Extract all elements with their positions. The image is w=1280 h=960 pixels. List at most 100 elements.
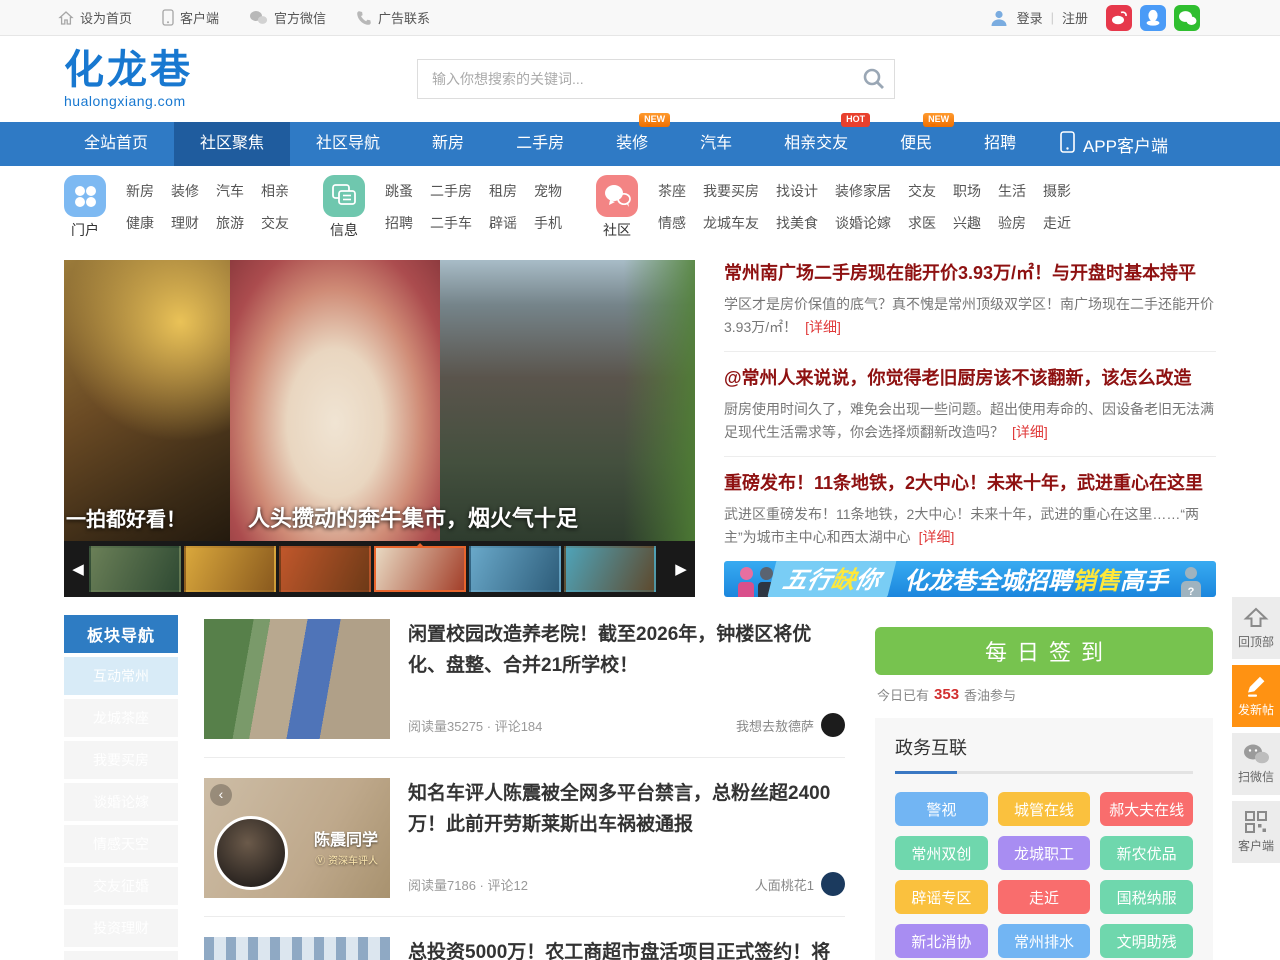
quicknav-link-招聘[interactable]: 招聘 (385, 213, 413, 233)
gov-button-龙城职工[interactable]: 龙城职工 (998, 836, 1091, 870)
feed-title[interactable]: 闲置校园改造养老院！截至2026年，钟楼区将优化、盘整、合并21所学校！ (408, 619, 845, 682)
floatbar-扫微信[interactable]: 扫微信 (1232, 733, 1280, 795)
quicknav-link-验房[interactable]: 验房 (998, 213, 1026, 233)
search-icon[interactable] (862, 67, 886, 91)
quicknav-link-跳蚤[interactable]: 跳蚤 (385, 181, 413, 201)
quicknav-entry-门户[interactable]: 门户 (64, 175, 106, 240)
quicknav-link-交友[interactable]: 交友 (908, 181, 936, 201)
gov-button-走近[interactable]: 走近 (998, 880, 1091, 914)
feed-thumbnail-school-aerial[interactable] (204, 619, 390, 739)
search-input[interactable] (432, 71, 862, 87)
topbar-link-3[interactable]: 广告联系 (356, 8, 430, 27)
nav-item-装修[interactable]: 装修NEW (590, 122, 674, 166)
quicknav-link-装修[interactable]: 装修 (171, 181, 199, 201)
carousel-thumb-mountain-bridge[interactable] (469, 546, 561, 592)
quicknav-entry-信息[interactable]: 信息 (323, 175, 365, 240)
board-nav-item-互动常州[interactable]: 互动常州 (64, 657, 178, 695)
news-detail-link[interactable]: [详细] (805, 319, 841, 335)
quicknav-link-找设计[interactable]: 找设计 (776, 181, 818, 201)
quicknav-link-谈婚论嫁[interactable]: 谈婚论嫁 (835, 213, 891, 233)
feed-author[interactable]: 我想去敖德萨 (736, 713, 845, 737)
carousel-caption-prev[interactable]: 一拍都好看！ (66, 503, 186, 532)
weibo-icon[interactable] (1106, 5, 1132, 31)
carousel-thumb-autumn-waterfall[interactable] (89, 546, 181, 592)
quicknav-link-职场[interactable]: 职场 (953, 181, 981, 201)
quicknav-link-二手房[interactable]: 二手房 (430, 181, 472, 201)
gov-button-国税纳服[interactable]: 国税纳服 (1100, 880, 1193, 914)
quicknav-link-辟谣[interactable]: 辟谣 (489, 213, 517, 233)
quicknav-link-宠物[interactable]: 宠物 (534, 181, 562, 201)
quicknav-link-情感[interactable]: 情感 (658, 213, 686, 233)
news-detail-link[interactable]: [详细] (919, 529, 955, 545)
gov-button-新北消协[interactable]: 新北消协 (895, 924, 988, 958)
carousel-photo-market-food[interactable] (230, 260, 440, 541)
quicknav-link-二手车[interactable]: 二手车 (430, 213, 472, 233)
gov-button-辟谣专区[interactable]: 辟谣专区 (895, 880, 988, 914)
board-nav-item-情感天空[interactable]: 情感天空 (64, 825, 178, 863)
feed-title[interactable]: 总投资5000万！农工商超市盘活项目正式签约！将引入连锁超市、网红餐饮！ (408, 937, 845, 960)
quicknav-entry-社区[interactable]: 社区 (596, 175, 638, 240)
feed-title[interactable]: 知名车评人陈震被全网多平台禁言，总粉丝超2400万！此前开劳斯莱斯出车祸被通报 (408, 778, 845, 841)
quicknav-link-理财[interactable]: 理财 (171, 213, 199, 233)
floatbar-发新帖[interactable]: 发新帖 (1232, 665, 1280, 727)
recruit-banner[interactable]: 五行缺你化龙巷全城招聘销售高手? (724, 561, 1216, 597)
topbar-link-2[interactable]: 官方微信 (249, 8, 326, 27)
gov-button-警视[interactable]: 警视 (895, 792, 988, 826)
board-nav-item-交友征婚[interactable]: 交友征婚 (64, 867, 178, 905)
quicknav-link-茶座[interactable]: 茶座 (658, 181, 686, 201)
news-title[interactable]: 常州南广场二手房现在能开价3.93万/㎡！与开盘时基本持平 (724, 261, 1216, 286)
nav-item-新房[interactable]: 新房 (406, 122, 490, 166)
carousel-photo-market-crowd[interactable] (440, 260, 695, 541)
board-nav-item-求医问药[interactable]: 求医问药 (64, 951, 178, 960)
topbar-link-0[interactable]: 设为首页 (58, 8, 132, 27)
topbar-link-1[interactable]: 客户端 (162, 8, 219, 27)
quicknav-link-求医[interactable]: 求医 (908, 213, 936, 233)
carousel-caption-main[interactable]: 人头攒动的奔牛集市，烟火气十足 (248, 501, 578, 533)
quicknav-link-装修家居[interactable]: 装修家居 (835, 181, 891, 201)
nav-item-汽车[interactable]: 汽车 (674, 122, 758, 166)
carousel-thumb-benniu-market[interactable] (374, 546, 466, 592)
site-logo[interactable]: 化龙巷 hualongxiang.com (64, 50, 264, 109)
quicknav-link-汽车[interactable]: 汽车 (216, 181, 244, 201)
quicknav-link-租房[interactable]: 租房 (489, 181, 517, 201)
quicknav-link-旅游[interactable]: 旅游 (216, 213, 244, 233)
quicknav-link-摄影[interactable]: 摄影 (1043, 181, 1071, 201)
board-nav-item-龙城茶座[interactable]: 龙城茶座 (64, 699, 178, 737)
nav-item-招聘[interactable]: 招聘 (958, 122, 1042, 166)
nav-app-client[interactable]: APP客户端 (1060, 131, 1168, 158)
quicknav-link-找美食[interactable]: 找美食 (776, 213, 818, 233)
nav-item-社区导航[interactable]: 社区导航 (290, 122, 406, 166)
wechat-icon[interactable] (1174, 5, 1200, 31)
gov-button-常州排水[interactable]: 常州排水 (998, 924, 1091, 958)
nav-item-全站首页[interactable]: 全站首页 (58, 122, 174, 166)
carousel-photo-temple[interactable] (64, 260, 230, 541)
quicknav-link-新房[interactable]: 新房 (126, 181, 154, 201)
news-title[interactable]: @常州人来说说，你觉得老旧厨房该不该翻新，该怎么改造 (724, 366, 1216, 391)
register-link[interactable]: 注册 (1062, 8, 1088, 27)
floatbar-客户端[interactable]: 客户端 (1232, 801, 1280, 863)
quicknav-link-交友[interactable]: 交友 (261, 213, 289, 233)
gov-button-常州双创[interactable]: 常州双创 (895, 836, 988, 870)
quicknav-link-健康[interactable]: 健康 (126, 213, 154, 233)
quicknav-link-龙城车友[interactable]: 龙城车友 (703, 213, 759, 233)
floatbar-回顶部[interactable]: 回顶部 (1232, 597, 1280, 659)
feed-author[interactable]: 人面桃花1 (755, 872, 845, 896)
daily-signin-button[interactable]: 每日签到 (875, 627, 1213, 675)
nav-item-社区聚焦[interactable]: 社区聚焦 (174, 122, 290, 166)
quicknav-link-相亲[interactable]: 相亲 (261, 181, 289, 201)
board-nav-item-投资理财[interactable]: 投资理财 (64, 909, 178, 947)
login-link[interactable]: 登录 (1017, 8, 1043, 27)
carousel-thumb-golden-ginkgo[interactable] (184, 546, 276, 592)
news-title[interactable]: 重磅发布！11条地铁，2大中心！未来十年，武进重心在这里 (724, 471, 1216, 496)
nav-item-二手房[interactable]: 二手房 (490, 122, 590, 166)
quicknav-link-我要买房[interactable]: 我要买房 (703, 181, 759, 201)
feed-thumbnail-supermarket-building[interactable] (204, 937, 390, 960)
gov-button-文明助残[interactable]: 文明助残 (1100, 924, 1193, 958)
carousel-thumb-garden-castle[interactable] (279, 546, 371, 592)
board-nav-item-我要买房[interactable]: 我要买房 (64, 741, 178, 779)
quicknav-link-生活[interactable]: 生活 (998, 181, 1026, 201)
news-detail-link[interactable]: [详细] (1012, 424, 1048, 440)
carousel-next-arrow[interactable]: ▶ (673, 560, 689, 578)
qq-icon[interactable] (1140, 5, 1166, 31)
feed-thumbnail-chenzhen-video[interactable]: ‹陈震同学Ⓥ 资深车评人 (204, 778, 390, 898)
